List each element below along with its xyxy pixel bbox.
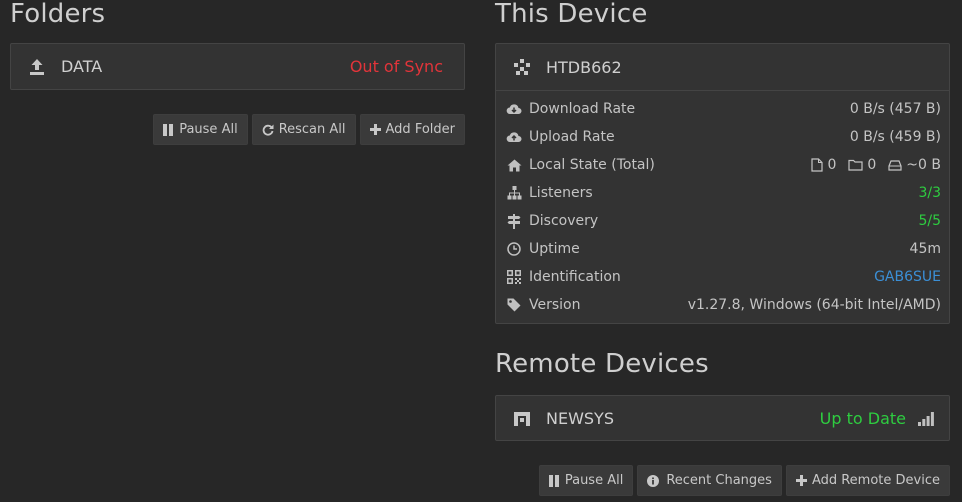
upload-rate-row: Upload Rate 0 B/s (459 B) <box>506 123 941 151</box>
rescan-all-button[interactable]: Rescan All <box>251 114 356 145</box>
add-remote-device-button[interactable]: Add Remote Device <box>785 465 950 496</box>
home-icon <box>506 157 522 173</box>
clock-icon <box>506 241 522 257</box>
folders-button-bar: Pause All Rescan All Add Folder <box>153 114 465 145</box>
folder-status: Out of Sync <box>349 57 443 76</box>
version-row: Version v1.27.8, Windows (64-bit Intel/A… <box>506 291 941 319</box>
uptime-row: Uptime 45m <box>506 235 941 263</box>
listeners-row: Listeners 3/3 <box>506 179 941 207</box>
pause-icon <box>163 123 174 136</box>
folder-name: DATA <box>61 57 103 76</box>
remote-button-bar: Pause All Recent Changes Add Remote Devi… <box>538 465 950 496</box>
remote-device-newsys[interactable]: NEWSYS Up to Date <box>495 395 950 441</box>
file-icon <box>811 158 824 172</box>
local-size: ~0 B <box>906 157 941 173</box>
pause-icon <box>548 474 560 487</box>
cloud-download-icon <box>506 101 522 117</box>
this-device-name: HTDB662 <box>546 57 622 77</box>
qrcode-icon <box>506 269 522 285</box>
local-state-row: Local State (Total) 0 0 ~0 B <box>506 151 941 179</box>
info-circle-icon <box>647 474 660 487</box>
recent-changes-label: Recent Changes <box>666 473 772 488</box>
device-id-link[interactable]: GAB6SUE <box>874 269 941 285</box>
tag-icon <box>506 297 522 313</box>
download-rate-row: Download Rate 0 B/s (457 B) <box>506 95 941 123</box>
remote-device-name: NEWSYS <box>546 409 614 428</box>
refresh-icon <box>262 124 274 136</box>
identification-row: Identification GAB6SUE <box>506 263 941 291</box>
add-folder-label: Add Folder <box>385 122 455 137</box>
sitemap-icon <box>506 185 522 201</box>
hdd-icon <box>888 159 902 171</box>
pause-all-folders-button[interactable]: Pause All <box>153 114 248 145</box>
rescan-all-label: Rescan All <box>278 122 346 137</box>
device-identicon-icon <box>511 57 533 77</box>
pause-all-label: Pause All <box>179 122 238 137</box>
upload-icon <box>26 57 48 77</box>
folder-item-data[interactable]: DATA Out of Sync <box>10 43 465 90</box>
signal-strength-icon <box>918 411 934 426</box>
local-files-count: 0 <box>827 157 837 173</box>
device-identicon-icon <box>511 409 533 429</box>
remote-devices-title: Remote Devices <box>495 349 709 379</box>
folders-title: Folders <box>10 0 106 29</box>
cloud-upload-icon <box>506 129 522 145</box>
signpost-icon <box>506 213 522 229</box>
recent-changes-button[interactable]: Recent Changes <box>637 465 782 496</box>
add-remote-device-label: Add Remote Device <box>811 473 940 488</box>
plus-icon <box>795 475 807 486</box>
remote-device-status: Up to Date <box>819 409 906 428</box>
this-device-header[interactable]: HTDB662 <box>496 44 949 91</box>
add-folder-button[interactable]: Add Folder <box>359 114 465 145</box>
this-device-title: This Device <box>495 0 648 29</box>
pause-all-devices-button[interactable]: Pause All <box>538 465 634 496</box>
pause-all-label: Pause All <box>564 473 624 488</box>
folder-icon <box>848 159 863 171</box>
local-dirs-count: 0 <box>867 157 877 173</box>
plus-icon <box>369 124 381 135</box>
discovery-row: Discovery 5/5 <box>506 207 941 235</box>
this-device-panel: HTDB662 Download Rate 0 B/s (457 B) Uplo… <box>495 43 950 324</box>
